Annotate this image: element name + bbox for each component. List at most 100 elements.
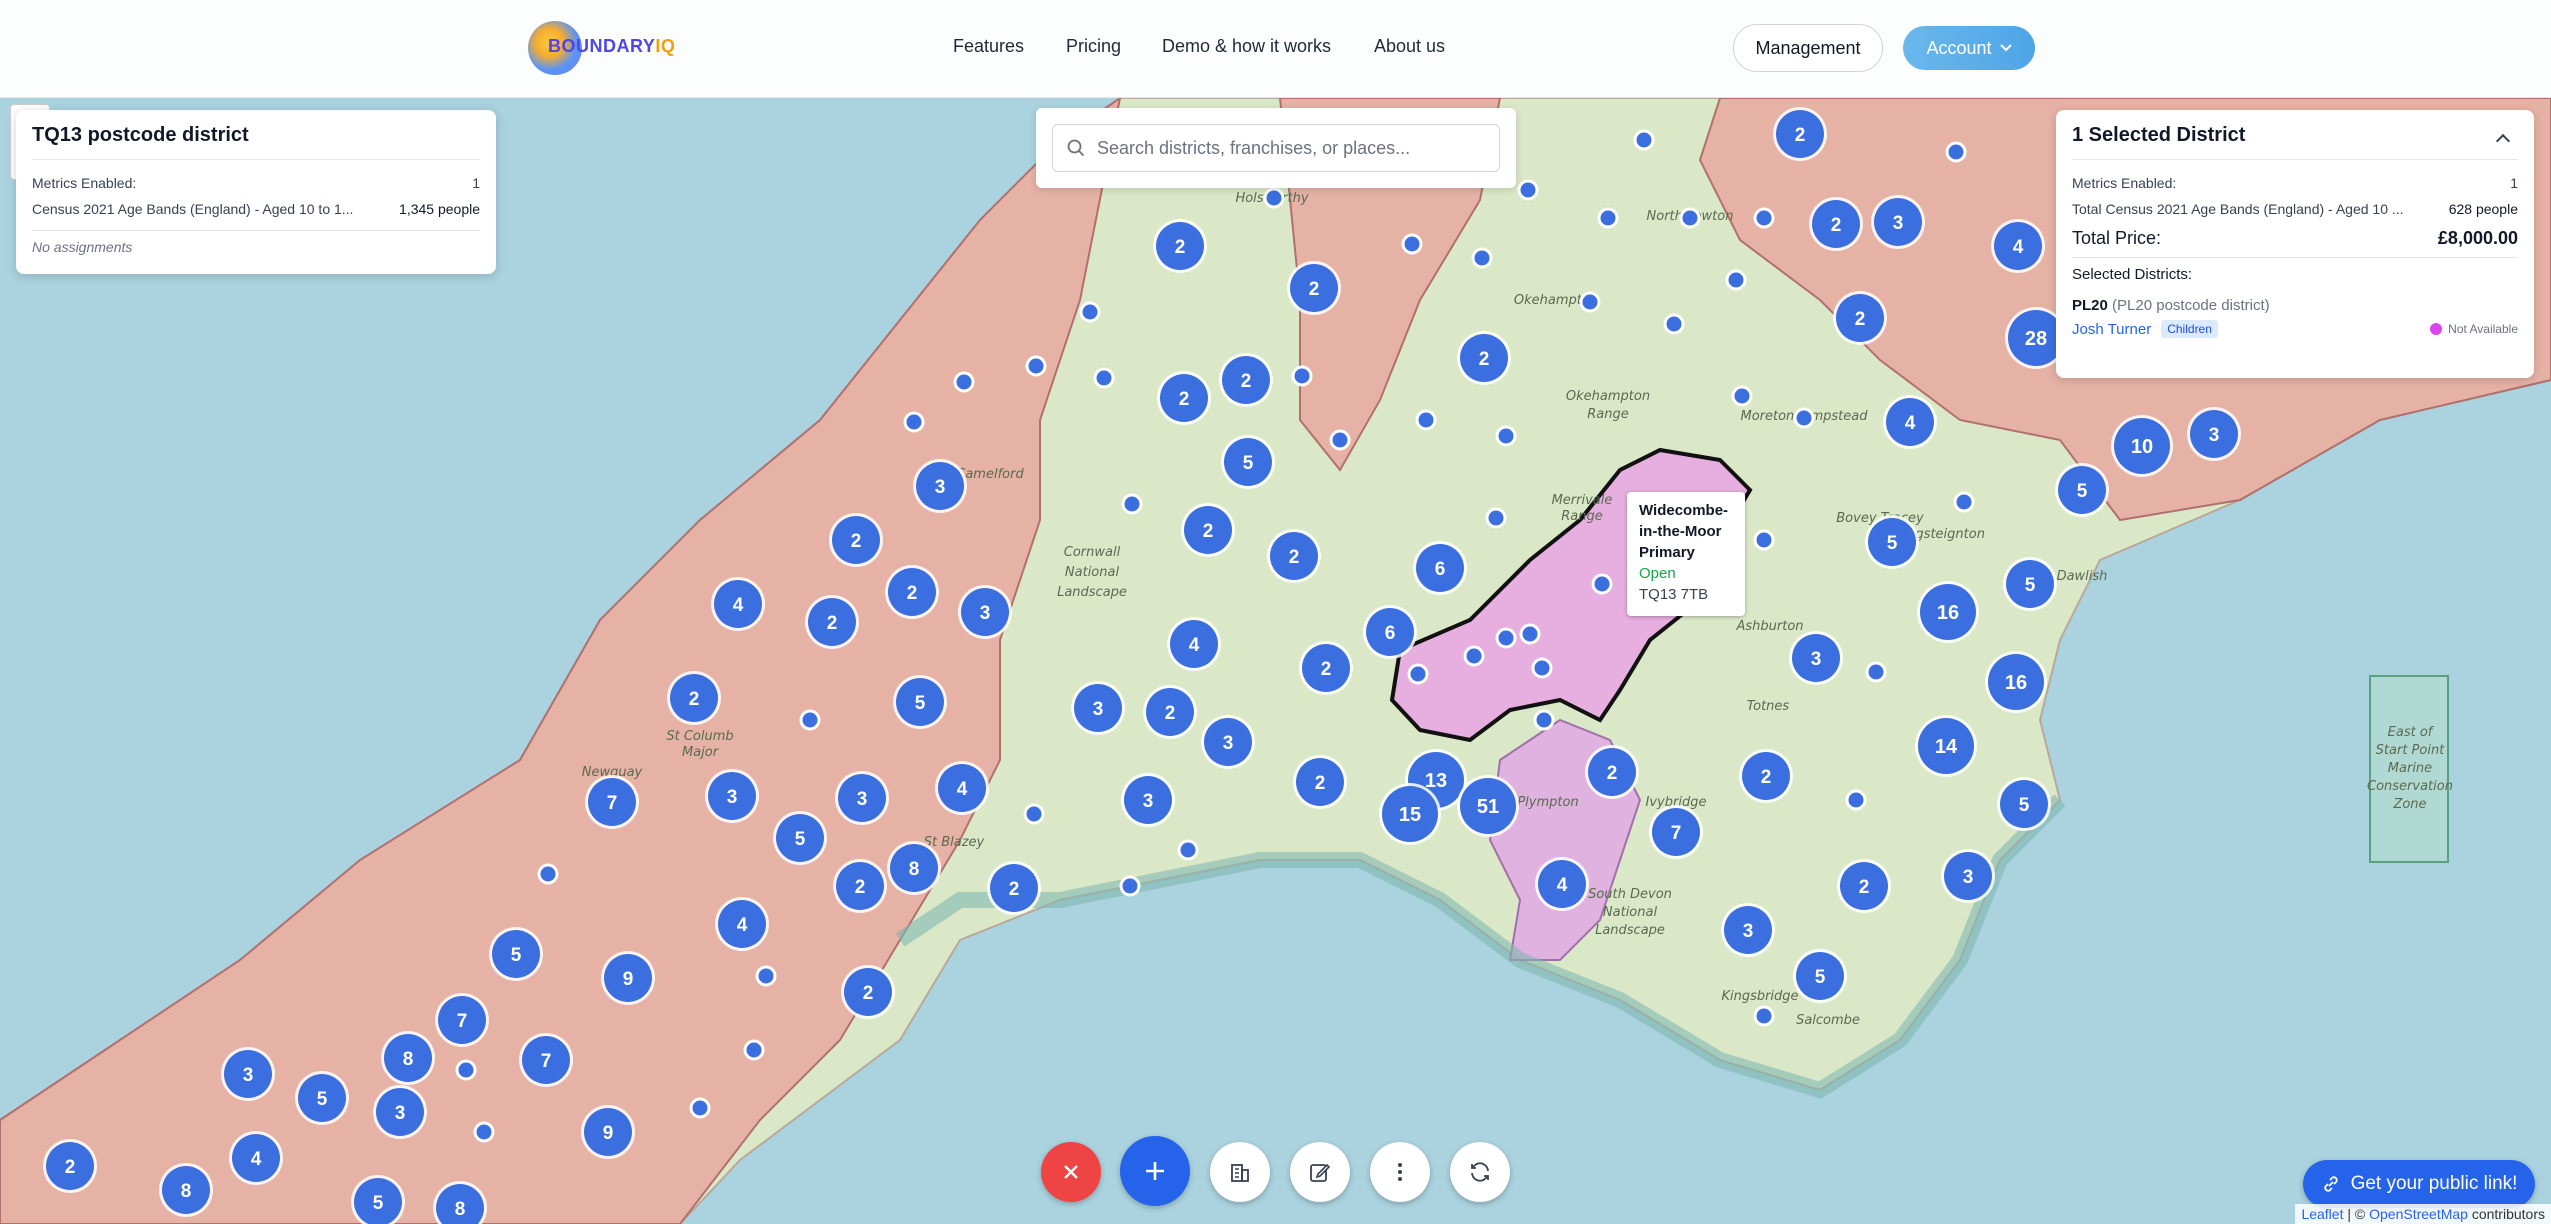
- school-marker[interactable]: [1177, 839, 1199, 861]
- cluster-marker[interactable]: 2: [1773, 107, 1827, 161]
- cluster-marker[interactable]: 5: [489, 927, 543, 981]
- school-marker[interactable]: [1753, 207, 1775, 229]
- cluster-marker[interactable]: 3: [913, 459, 967, 513]
- cluster-marker[interactable]: 9: [581, 1105, 635, 1159]
- osm-link[interactable]: OpenStreetMap: [2369, 1206, 2468, 1222]
- cluster-marker[interactable]: 2: [1299, 641, 1353, 695]
- cluster-marker[interactable]: 3: [2187, 407, 2241, 461]
- edit-button[interactable]: [1290, 1142, 1350, 1202]
- school-marker[interactable]: [1495, 425, 1517, 447]
- cluster-marker[interactable]: 2: [841, 965, 895, 1019]
- cluster-marker[interactable]: 4: [935, 761, 989, 815]
- school-marker[interactable]: [1263, 187, 1285, 209]
- cluster-marker[interactable]: 2: [667, 671, 721, 725]
- cluster-marker[interactable]: 4: [1991, 219, 2045, 273]
- school-marker[interactable]: [1093, 367, 1115, 389]
- school-marker[interactable]: [689, 1097, 711, 1119]
- school-marker[interactable]: [1753, 1005, 1775, 1027]
- cluster-marker[interactable]: 4: [1167, 617, 1221, 671]
- school-marker[interactable]: [1731, 385, 1753, 407]
- cluster-marker[interactable]: 7: [1649, 805, 1703, 859]
- cluster-marker[interactable]: 2: [1457, 331, 1511, 385]
- cluster-marker[interactable]: 2: [987, 861, 1041, 915]
- cluster-marker[interactable]: 3: [1789, 631, 1843, 685]
- cluster-marker[interactable]: 2: [1157, 371, 1211, 425]
- selected-district-item[interactable]: PL20 (PL20 postcode district): [2072, 297, 2518, 314]
- cluster-marker[interactable]: 4: [1883, 395, 1937, 449]
- assignee-link[interactable]: Josh Turner: [2072, 321, 2151, 338]
- nav-pricing[interactable]: Pricing: [1066, 36, 1121, 57]
- cluster-marker[interactable]: 3: [1121, 773, 1175, 827]
- school-marker[interactable]: [799, 709, 821, 731]
- cluster-marker[interactable]: 8: [381, 1031, 435, 1085]
- school-marker[interactable]: [1579, 291, 1601, 313]
- school-marker[interactable]: [1401, 233, 1423, 255]
- school-marker[interactable]: [1679, 207, 1701, 229]
- logo[interactable]: BOUNDARYIQ: [528, 18, 675, 78]
- school-marker[interactable]: [1025, 355, 1047, 377]
- school-marker[interactable]: [1953, 491, 1975, 513]
- cluster-marker[interactable]: 2: [43, 1139, 97, 1193]
- cluster-marker[interactable]: 2: [1833, 291, 1887, 345]
- school-marker[interactable]: [1079, 301, 1101, 323]
- cluster-marker[interactable]: 5: [1793, 949, 1847, 1003]
- cluster-marker[interactable]: 7: [435, 993, 489, 1047]
- school-marker[interactable]: [537, 863, 559, 885]
- more-button[interactable]: [1370, 1142, 1430, 1202]
- cluster-marker[interactable]: 14: [1915, 715, 1977, 777]
- add-button[interactable]: [1120, 1136, 1190, 1206]
- cluster-marker[interactable]: 2: [1809, 197, 1863, 251]
- school-marker[interactable]: [1463, 645, 1485, 667]
- school-marker[interactable]: [1121, 493, 1143, 515]
- school-marker[interactable]: [903, 411, 925, 433]
- cluster-marker[interactable]: 5: [1221, 435, 1275, 489]
- cluster-marker[interactable]: 5: [295, 1071, 349, 1125]
- cluster-marker[interactable]: 3: [705, 769, 759, 823]
- public-link-button[interactable]: Get your public link!: [2303, 1160, 2535, 1208]
- clear-selection-button[interactable]: [1041, 1142, 1101, 1202]
- search-input[interactable]: [1097, 137, 1477, 159]
- school-marker[interactable]: [1495, 627, 1517, 649]
- school-marker[interactable]: [1415, 409, 1437, 431]
- school-marker[interactable]: [1407, 663, 1429, 685]
- cluster-marker[interactable]: 2: [1739, 749, 1793, 803]
- cluster-marker[interactable]: 5: [773, 811, 827, 865]
- school-marker[interactable]: [473, 1121, 495, 1143]
- cluster-marker[interactable]: 2: [829, 513, 883, 567]
- nav-demo[interactable]: Demo & how it works: [1162, 36, 1331, 57]
- school-marker[interactable]: [755, 965, 777, 987]
- school-marker[interactable]: [1329, 429, 1351, 451]
- cluster-marker[interactable]: 3: [221, 1047, 275, 1101]
- cluster-marker[interactable]: 7: [519, 1033, 573, 1087]
- school-marker[interactable]: [455, 1059, 477, 1081]
- buildings-button[interactable]: [1210, 1142, 1270, 1202]
- cluster-marker[interactable]: 2: [1585, 745, 1639, 799]
- school-marker[interactable]: [1519, 623, 1541, 645]
- cluster-marker[interactable]: 5: [1865, 515, 1919, 569]
- cluster-marker[interactable]: 3: [1201, 715, 1255, 769]
- cluster-marker[interactable]: 2: [805, 595, 859, 649]
- cluster-marker[interactable]: 2: [1181, 503, 1235, 557]
- school-marker[interactable]: [1597, 207, 1619, 229]
- cluster-marker[interactable]: 5: [893, 675, 947, 729]
- school-marker[interactable]: [1591, 573, 1613, 595]
- cluster-marker[interactable]: 3: [1941, 849, 1995, 903]
- cluster-marker[interactable]: 4: [229, 1131, 283, 1185]
- cluster-marker[interactable]: 4: [715, 897, 769, 951]
- cluster-marker[interactable]: 3: [1721, 903, 1775, 957]
- school-marker[interactable]: [1663, 313, 1685, 335]
- search-field[interactable]: [1052, 124, 1500, 172]
- refresh-button[interactable]: [1450, 1142, 1510, 1202]
- cluster-marker[interactable]: 2: [1267, 529, 1321, 583]
- cluster-marker[interactable]: 3: [958, 585, 1012, 639]
- school-marker[interactable]: [1753, 529, 1775, 551]
- cluster-marker[interactable]: 16: [1985, 651, 2047, 713]
- cluster-marker[interactable]: 2: [1837, 859, 1891, 913]
- leaflet-link[interactable]: Leaflet: [2301, 1206, 2343, 1222]
- cluster-marker[interactable]: 5: [2003, 557, 2057, 611]
- school-marker[interactable]: [1531, 657, 1553, 679]
- school-marker[interactable]: [1119, 875, 1141, 897]
- cluster-marker[interactable]: 16: [1917, 581, 1979, 643]
- school-marker[interactable]: [953, 371, 975, 393]
- cluster-marker[interactable]: 2: [1219, 353, 1273, 407]
